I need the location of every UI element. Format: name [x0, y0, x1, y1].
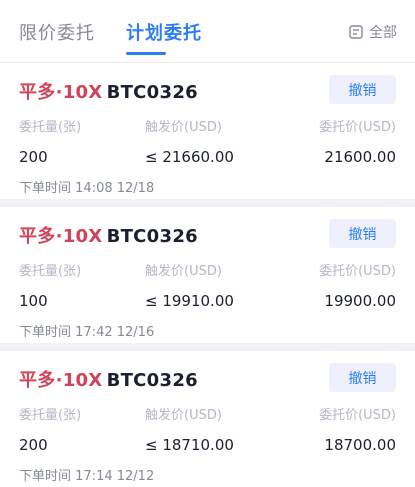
order-time: 下单时间 17:42 12/16: [19, 321, 154, 340]
order-time-value: 14:08 12/18: [75, 181, 155, 196]
qty-label: 委托量(张): [19, 408, 82, 423]
trigger-price-value: ≤ 18710.00: [145, 436, 234, 454]
filter-all-label: 全部: [369, 25, 397, 41]
order-price-value: 18700.00: [324, 436, 396, 454]
qty-label: 委托量(张): [19, 120, 82, 135]
order-side: 平多·10X: [19, 226, 103, 247]
qty-label: 委托量(张): [19, 264, 82, 279]
order-time: 下单时间 14:08 12/18: [19, 177, 154, 196]
order-time-label: 下单时间: [19, 181, 72, 196]
qty-value: 200: [19, 436, 48, 454]
order-symbol: BTC0326: [106, 226, 198, 247]
qty-value: 100: [19, 292, 48, 310]
list-filter-icon: [349, 25, 363, 39]
cancel-order-button[interactable]: 撤销: [329, 75, 396, 104]
order-title: 平多·10X BTC0326: [19, 222, 198, 248]
order-time-value: 17:42 12/16: [75, 325, 155, 340]
trigger-price-label: 触发价(USD): [145, 408, 222, 423]
order-symbol: BTC0326: [106, 370, 198, 391]
active-tab-indicator: [126, 52, 166, 55]
trigger-price-value: ≤ 21660.00: [145, 148, 234, 166]
order-time-label: 下单时间: [19, 469, 72, 484]
trigger-price-value: ≤ 19910.00: [145, 292, 234, 310]
tab-limit-orders[interactable]: 限价委托: [19, 19, 95, 45]
order-card: 平多·10X BTC0326 撤销 委托量(张) 触发价(USD) 委托价(USD…: [0, 63, 415, 199]
order-time-label: 下单时间: [19, 325, 72, 340]
order-time: 下单时间 17:14 12/12: [19, 465, 154, 484]
order-price-label: 委托价(USD): [319, 120, 396, 135]
cancel-order-button[interactable]: 撤销: [329, 363, 396, 392]
cancel-order-button[interactable]: 撤销: [329, 219, 396, 248]
order-tabs: 限价委托 计划委托 全部: [0, 0, 415, 63]
order-price-label: 委托价(USD): [319, 408, 396, 423]
order-symbol: BTC0326: [106, 82, 198, 103]
plan-orders-screen: 限价委托 计划委托 全部 平多·10X BTC0326 撤销 委托量(张) 触发价…: [0, 0, 415, 487]
trigger-price-label: 触发价(USD): [145, 120, 222, 135]
order-side: 平多·10X: [19, 370, 103, 391]
order-time-value: 17:14 12/12: [75, 469, 155, 484]
filter-all-button[interactable]: 全部: [349, 22, 397, 42]
order-price-value: 21600.00: [324, 148, 396, 166]
order-price-value: 19900.00: [324, 292, 396, 310]
order-side: 平多·10X: [19, 82, 103, 103]
order-price-label: 委托价(USD): [319, 264, 396, 279]
order-card: 平多·10X BTC0326 撤销 委托量(张) 触发价(USD) 委托价(USD…: [0, 207, 415, 343]
tab-plan-orders[interactable]: 计划委托: [126, 19, 202, 45]
qty-value: 200: [19, 148, 48, 166]
order-title: 平多·10X BTC0326: [19, 78, 198, 104]
trigger-price-label: 触发价(USD): [145, 264, 222, 279]
order-title: 平多·10X BTC0326: [19, 366, 198, 392]
order-card: 平多·10X BTC0326 撤销 委托量(张) 触发价(USD) 委托价(USD…: [0, 351, 415, 487]
